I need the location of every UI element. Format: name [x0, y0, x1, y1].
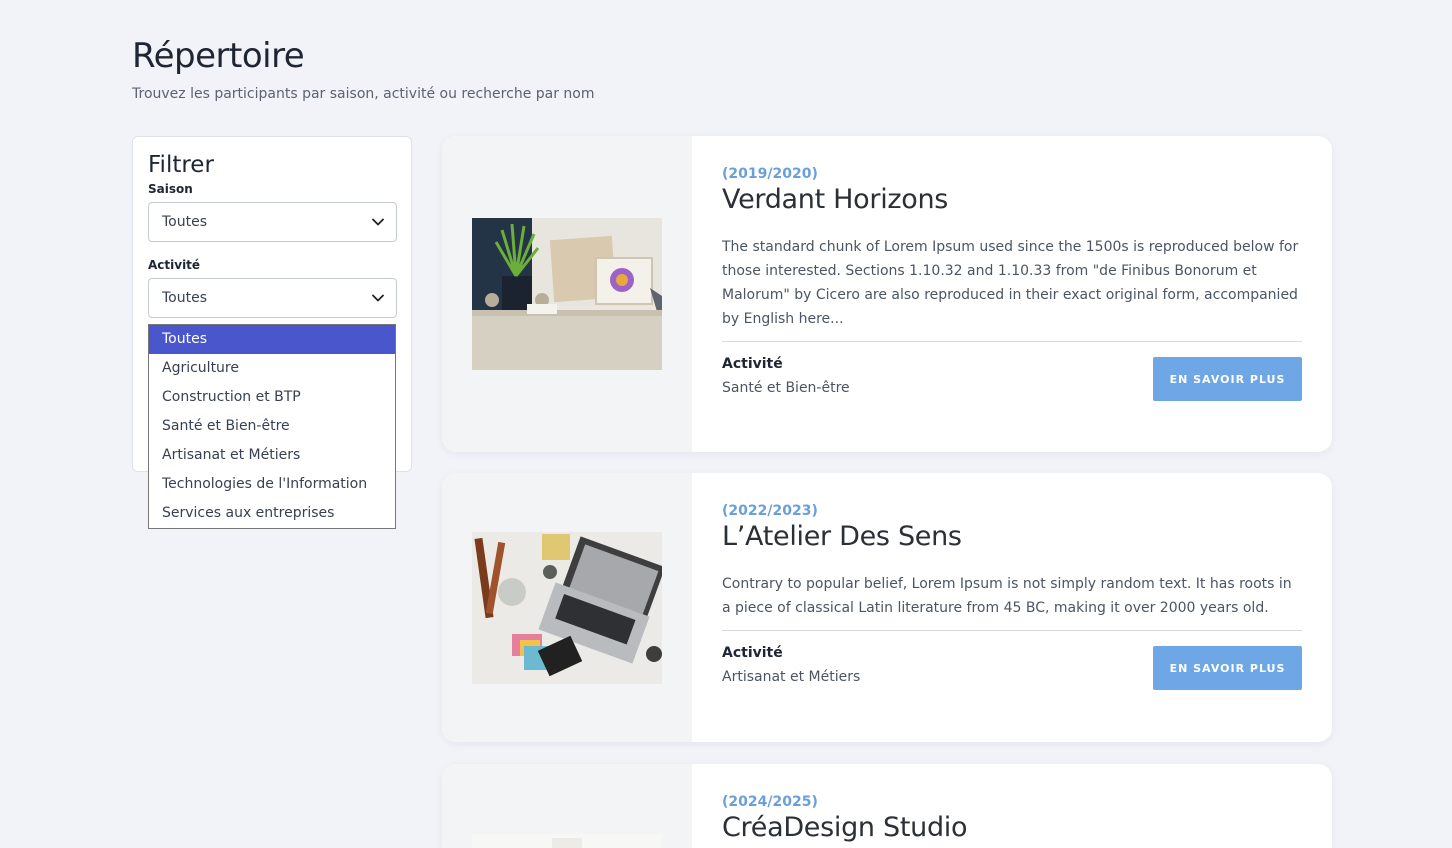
- dropdown-option-construction[interactable]: Construction et BTP: [149, 383, 395, 412]
- card-season: (2019/2020): [722, 166, 818, 182]
- card-media: [442, 764, 692, 848]
- page-title: Répertoire: [132, 36, 305, 76]
- activity-select-value: Toutes: [162, 290, 208, 307]
- learn-more-button[interactable]: EN SAVOIR PLUS: [1153, 646, 1302, 690]
- season-select-value: Toutes: [162, 214, 208, 231]
- card-activity-value: Artisanat et Métiers: [722, 669, 861, 685]
- card-divider: [722, 341, 1302, 342]
- page-header: Répertoire Trouvez les participants par …: [132, 36, 595, 102]
- card-thumbnail-image: [472, 834, 662, 848]
- dropdown-option-sante[interactable]: Santé et Bien-être: [149, 412, 395, 441]
- card-activity: Activité Artisanat et Métiers: [722, 645, 860, 685]
- chevron-down-icon: [372, 218, 384, 226]
- season-label: Saison: [148, 182, 193, 197]
- participant-card: (2024/2025) CréaDesign Studio: [442, 764, 1332, 848]
- card-activity-label: Activité: [722, 356, 783, 372]
- card-season: (2022/2023): [722, 503, 818, 519]
- card-body: (2022/2023) L’Atelier Des Sens Contrary …: [692, 473, 1332, 742]
- card-season: (2024/2025): [722, 794, 818, 810]
- dropdown-option-technologies[interactable]: Technologies de l'Information: [149, 470, 395, 499]
- dropdown-option-artisanat[interactable]: Artisanat et Métiers: [149, 441, 395, 470]
- card-title[interactable]: Verdant Horizons: [722, 184, 1302, 215]
- chevron-down-icon: [372, 294, 384, 302]
- card-title[interactable]: L’Atelier Des Sens: [722, 521, 1302, 552]
- card-media: [442, 136, 692, 452]
- card-description: The standard chunk of Lorem Ipsum used s…: [722, 239, 1299, 327]
- participant-card: (2022/2023) L’Atelier Des Sens Contrary …: [442, 473, 1332, 742]
- page-subtitle: Trouvez les participants par saison, act…: [132, 86, 595, 102]
- card-thumbnail-image: [472, 218, 662, 370]
- activity-dropdown-list: Toutes Agriculture Construction et BTP S…: [148, 324, 396, 529]
- activity-label: Activité: [148, 258, 201, 273]
- card-activity-label: Activité: [722, 645, 783, 661]
- card-footer: Activité Artisanat et Métiers EN SAVOIR …: [722, 645, 1302, 690]
- card-activity-value: Santé et Bien-être: [722, 380, 850, 396]
- dropdown-option-agriculture[interactable]: Agriculture: [149, 354, 395, 383]
- dropdown-option-toutes[interactable]: Toutes: [149, 325, 395, 354]
- learn-more-button[interactable]: EN SAVOIR PLUS: [1153, 357, 1302, 401]
- card-media: [442, 473, 692, 742]
- card-footer: Activité Santé et Bien-être EN SAVOIR PL…: [722, 356, 1302, 401]
- card-divider: [722, 630, 1302, 631]
- card-thumbnail-image: [472, 531, 662, 684]
- card-title[interactable]: CréaDesign Studio: [722, 812, 1302, 843]
- filter-title: Filtrer: [148, 152, 214, 178]
- card-body: (2019/2020) Verdant Horizons The standar…: [692, 136, 1332, 452]
- card-activity: Activité Santé et Bien-être: [722, 356, 850, 396]
- dropdown-option-services[interactable]: Services aux entreprises: [149, 499, 395, 528]
- card-body: (2024/2025) CréaDesign Studio: [692, 764, 1332, 848]
- activity-select[interactable]: Toutes: [148, 278, 397, 319]
- participant-card: (2019/2020) Verdant Horizons The standar…: [442, 136, 1332, 452]
- season-select[interactable]: Toutes: [148, 202, 397, 243]
- card-description: Contrary to popular belief, Lorem Ipsum …: [722, 576, 1292, 616]
